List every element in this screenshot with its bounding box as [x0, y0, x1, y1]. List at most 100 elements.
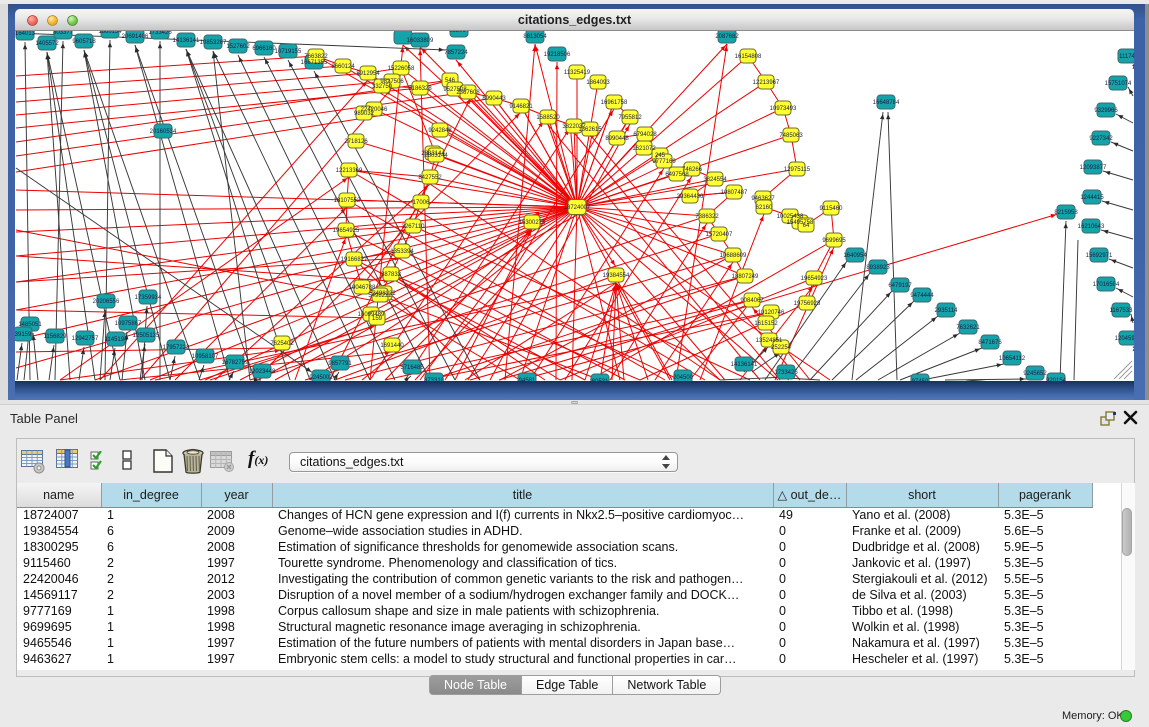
svg-text:3824554: 3824554: [703, 177, 727, 183]
svg-text:1733426: 1733426: [148, 31, 172, 36]
svg-text:887833: 887833: [381, 272, 402, 278]
svg-text:94581: 94581: [519, 378, 536, 381]
svg-text:5498222: 5498222: [368, 293, 392, 299]
svg-text:12213369: 12213369: [336, 168, 363, 174]
svg-text:39159: 39159: [15, 332, 32, 338]
svg-text:1145194: 1145194: [105, 337, 129, 343]
svg-text:6479197: 6479197: [888, 283, 912, 289]
svg-text:15692971: 15692971: [1086, 253, 1113, 259]
svg-text:204500: 204500: [673, 375, 694, 381]
svg-text:2087682: 2087682: [715, 34, 739, 40]
svg-text:11174: 11174: [1119, 54, 1134, 60]
svg-text:9245002: 9245002: [309, 375, 333, 381]
svg-text:19654925: 19654925: [333, 228, 360, 234]
svg-text:9699695: 9699695: [822, 238, 846, 244]
svg-text:9242848: 9242848: [428, 128, 452, 134]
svg-text:9245652: 9245652: [1023, 371, 1047, 377]
svg-text:10958107: 10958107: [192, 354, 219, 360]
svg-text:18107552: 18107552: [334, 198, 361, 204]
svg-text:8990443: 8990443: [482, 96, 506, 102]
svg-text:1353394: 1353394: [390, 249, 414, 255]
svg-text:11325419: 11325419: [564, 70, 591, 76]
svg-text:16033809: 16033809: [407, 38, 434, 44]
svg-text:16648784: 16648784: [873, 100, 900, 106]
svg-text:20691406: 20691406: [122, 34, 149, 40]
svg-text:1405572: 1405572: [35, 41, 59, 47]
svg-text:19166827: 19166827: [341, 257, 368, 263]
svg-text:20364436: 20364436: [677, 194, 704, 200]
svg-text:1860154: 1860154: [98, 31, 122, 35]
svg-text:10975867: 10975867: [115, 321, 142, 327]
svg-text:7625402: 7625402: [270, 341, 294, 347]
svg-text:9463627: 9463627: [751, 196, 775, 202]
svg-text:2935114: 2935114: [935, 308, 959, 314]
svg-text:10120746: 10120746: [758, 310, 785, 316]
svg-text:746266: 746266: [682, 167, 703, 173]
svg-text:18724007: 18724007: [564, 205, 591, 211]
svg-text:5716485: 5716485: [400, 365, 424, 371]
svg-text:19654923: 19654923: [801, 276, 828, 282]
svg-text:15300275: 15300275: [519, 220, 546, 226]
svg-text:1640954: 1640954: [843, 253, 867, 259]
svg-text:1621072: 1621072: [632, 146, 656, 152]
svg-text:8186328: 8186328: [408, 86, 432, 92]
svg-text:9227342: 9227342: [1089, 136, 1113, 142]
svg-text:16210643: 16210643: [1078, 224, 1105, 230]
svg-text:9146821: 9146821: [509, 104, 533, 110]
svg-text:12505135: 12505135: [133, 333, 160, 339]
svg-text:9474444: 9474444: [910, 293, 934, 299]
svg-text:988064: 988064: [449, 31, 470, 34]
svg-text:10719155: 10719155: [275, 49, 302, 55]
svg-text:16671355: 16671355: [301, 60, 328, 66]
svg-text:9329966: 9329966: [1094, 108, 1118, 114]
svg-text:9777169: 9777169: [652, 159, 676, 165]
svg-text:7485063: 7485063: [779, 133, 803, 139]
svg-text:17957223: 17957223: [163, 345, 190, 351]
svg-text:12023448: 12023448: [249, 369, 276, 375]
svg-text:8471676: 8471676: [978, 340, 1002, 346]
svg-text:7857224: 7857224: [444, 50, 468, 56]
svg-text:15720407: 15720407: [706, 232, 733, 238]
svg-text:13524851: 13524851: [756, 338, 783, 344]
svg-text:7386322: 7386322: [695, 214, 719, 220]
svg-text:873310: 873310: [424, 378, 445, 381]
svg-text:2803144: 2803144: [424, 153, 448, 159]
svg-text:1527602: 1527602: [226, 44, 250, 50]
svg-text:8938923: 8938923: [866, 265, 890, 271]
svg-text:9115460: 9115460: [820, 206, 844, 212]
svg-text:1864093: 1864093: [586, 80, 610, 86]
svg-text:10688609: 10688609: [720, 253, 747, 259]
svg-text:16154808: 16154808: [735, 54, 762, 60]
svg-text:3267110: 3267110: [402, 224, 426, 230]
svg-text:8215958: 8215958: [1054, 210, 1078, 216]
svg-text:17006: 17006: [413, 200, 430, 206]
svg-text:19218506: 19218506: [544, 52, 571, 58]
svg-text:159: 159: [372, 316, 383, 322]
svg-text:8912954: 8912954: [356, 71, 380, 77]
svg-text:8660124: 8660124: [331, 64, 355, 70]
svg-text:332750: 332750: [372, 84, 393, 90]
svg-text:1167533: 1167533: [1110, 308, 1134, 314]
svg-text:252254: 252254: [771, 345, 792, 351]
svg-text:16961758: 16961758: [601, 100, 628, 106]
svg-text:7632621: 7632621: [956, 325, 980, 331]
svg-text:10807487: 10807487: [721, 190, 748, 196]
svg-text:9084067: 9084067: [740, 298, 764, 304]
svg-text:10654112: 10654112: [999, 356, 1026, 362]
svg-text:1615152: 1615152: [754, 321, 778, 327]
svg-text:20160534: 20160534: [150, 129, 177, 135]
svg-text:2718126: 2718126: [344, 139, 368, 145]
svg-text:803377: 803377: [53, 31, 74, 36]
svg-text:17359934: 17359934: [135, 295, 162, 301]
svg-text:7663822: 7663822: [304, 54, 328, 60]
svg-text:2367608: 2367608: [456, 90, 480, 96]
svg-text:14136141: 14136141: [173, 38, 200, 44]
svg-text:64: 64: [803, 223, 810, 229]
svg-text:62160: 62160: [756, 205, 773, 211]
svg-text:9605718: 9605718: [72, 39, 96, 45]
svg-text:546: 546: [445, 78, 456, 84]
svg-text:6794028: 6794028: [633, 132, 657, 138]
svg-text:15751074: 15751074: [1105, 81, 1132, 87]
svg-text:16782759: 16782759: [222, 360, 249, 366]
svg-text:1691440: 1691440: [380, 343, 404, 349]
